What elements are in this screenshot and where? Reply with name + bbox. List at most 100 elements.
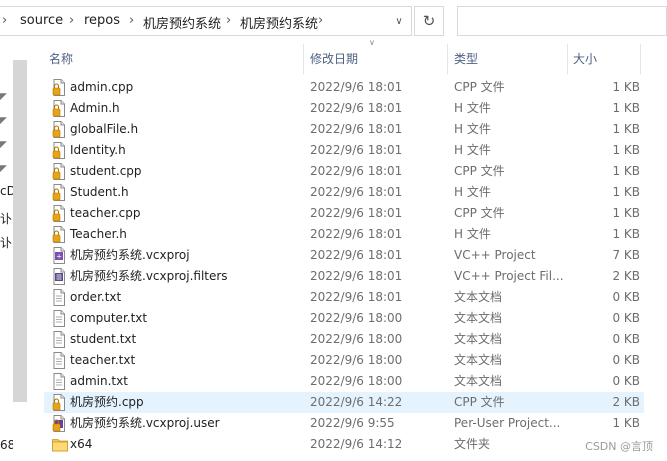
file-row[interactable]: teacher.txt 2022/9/6 18:00 文本文档 0 KB	[44, 350, 644, 371]
column-divider[interactable]	[640, 44, 641, 74]
h-file-icon	[52, 184, 65, 201]
file-row[interactable]: 机房预约系统.vcxproj.user 2022/9/6 9:55 Per-User…	[44, 413, 644, 434]
file-date: 2022/9/6 18:01	[310, 185, 403, 199]
file-row[interactable]: teacher.cpp 2022/9/6 18:01 CPP 文件 1 KB	[44, 203, 644, 224]
file-row[interactable]: admin.cpp 2022/9/6 18:01 CPP 文件 1 KB	[44, 77, 644, 98]
file-type: 文本文档	[454, 374, 503, 388]
file-row[interactable]: Student.h 2022/9/6 18:01 H 文件 1 KB	[44, 182, 644, 203]
chevron-right-icon[interactable]: ›	[69, 13, 74, 28]
file-name: globalFile.h	[70, 122, 139, 136]
refresh-icon: ↻	[422, 12, 436, 30]
file-date: 2022/9/6 18:00	[310, 311, 403, 325]
breadcrumb-item[interactable]: repos	[84, 13, 120, 28]
pin-icon: ◤	[0, 164, 7, 174]
nav-item-fragment[interactable]: cD	[0, 184, 13, 198]
file-row[interactable]: student.txt 2022/9/6 18:00 文本文档 0 KB	[44, 329, 644, 350]
file-size: 0 KB	[612, 374, 640, 388]
column-header-name[interactable]: 名称	[49, 44, 73, 74]
h-file-icon	[52, 121, 65, 138]
file-list: admin.cpp 2022/9/6 18:01 CPP 文件 1 KB Admin.h…	[44, 77, 644, 455]
navigation-pane: ◤ ◤ ◤ ◤ cD 讣 讣 68	[0, 44, 13, 461]
pin-icon: ◤	[0, 140, 7, 150]
h-file-icon	[52, 226, 65, 243]
nav-item-fragment[interactable]: 讣	[0, 210, 12, 227]
file-row[interactable]: 机房预约.cpp 2022/9/6 14:22 CPP 文件 2 KB	[44, 392, 644, 413]
search-input[interactable]	[457, 6, 667, 36]
breadcrumb-item[interactable]: 机房预约系统	[143, 13, 221, 32]
svg-text:+: +	[56, 253, 62, 261]
nav-item-fragment[interactable]: 讣	[0, 234, 12, 251]
file-row[interactable]: Teacher.h 2022/9/6 18:01 H 文件 1 KB	[44, 224, 644, 245]
txt-file-icon	[52, 352, 65, 369]
pin-icon: ◤	[0, 92, 7, 102]
file-name: admin.txt	[70, 374, 128, 388]
file-type: CPP 文件	[454, 395, 505, 409]
file-size: 1 KB	[612, 101, 640, 115]
file-date: 2022/9/6 18:01	[310, 101, 403, 115]
file-date: 2022/9/6 18:01	[310, 248, 403, 262]
file-name: Teacher.h	[70, 227, 127, 241]
chevron-right-icon[interactable]: ›	[129, 13, 134, 28]
txt-file-icon	[52, 310, 65, 327]
file-name: student.txt	[70, 332, 137, 346]
file-row[interactable]: Admin.h 2022/9/6 18:01 H 文件 1 KB	[44, 98, 644, 119]
file-row[interactable]: admin.txt 2022/9/6 18:00 文本文档 0 KB	[44, 371, 644, 392]
file-name: computer.txt	[70, 311, 148, 325]
file-size: 1 KB	[612, 206, 640, 220]
txt-file-icon	[52, 289, 65, 306]
chevron-right-icon[interactable]: ›	[318, 13, 323, 28]
column-header-date[interactable]: 修改日期	[310, 44, 358, 74]
file-size: 7 KB	[612, 248, 640, 262]
file-type: CPP 文件	[454, 164, 505, 178]
h-file-icon	[52, 142, 65, 159]
refresh-button[interactable]: ↻	[414, 6, 444, 36]
file-size: 2 KB	[612, 395, 640, 409]
breadcrumb-item[interactable]: 机房预约系统	[240, 13, 318, 32]
file-row[interactable]: Identity.h 2022/9/6 18:01 H 文件 1 KB	[44, 140, 644, 161]
pin-icon: ◤	[0, 116, 7, 126]
column-divider[interactable]	[303, 44, 304, 74]
address-bar[interactable]: › source › repos › 机房预约系统 › 机房预约系统 › ∨	[0, 6, 412, 36]
column-header-type[interactable]: 类型	[454, 44, 478, 74]
chevron-down-icon[interactable]: ∨	[388, 13, 410, 31]
file-date: 2022/9/6 18:00	[310, 353, 403, 367]
user-file-icon	[52, 415, 65, 432]
cpp-file-icon	[52, 205, 65, 222]
file-type: 文本文档	[454, 353, 503, 367]
file-date: 2022/9/6 14:22	[310, 395, 403, 409]
file-size: 1 KB	[612, 143, 640, 157]
nav-item-fragment[interactable]: 68	[0, 438, 13, 452]
file-date: 2022/9/6 18:00	[310, 332, 403, 346]
file-row[interactable]: 机房预约系统.vcxproj.filters 2022/9/6 18:01 VC++…	[44, 266, 644, 287]
file-row[interactable]: + 机房预约系统.vcxproj 2022/9/6 18:01 VC++ Projec…	[44, 245, 644, 266]
file-type: H 文件	[454, 185, 491, 199]
file-size: 0 KB	[612, 311, 640, 325]
filters-file-icon	[52, 268, 65, 285]
file-type: CPP 文件	[454, 80, 505, 94]
file-date: 2022/9/6 18:01	[310, 80, 403, 94]
navigation-scrollbar[interactable]	[13, 60, 27, 402]
file-name: 机房预约.cpp	[70, 395, 144, 409]
chevron-right-icon[interactable]: ›	[226, 13, 231, 28]
file-name: admin.cpp	[70, 80, 134, 94]
cpp-file-icon	[52, 79, 65, 96]
file-size: 1 KB	[612, 227, 640, 241]
file-row[interactable]: order.txt 2022/9/6 18:01 文本文档 0 KB	[44, 287, 644, 308]
column-divider[interactable]	[567, 44, 568, 74]
file-size: 1 KB	[612, 164, 640, 178]
file-date: 2022/9/6 18:01	[310, 290, 403, 304]
file-row[interactable]: globalFile.h 2022/9/6 18:01 H 文件 1 KB	[44, 119, 644, 140]
file-name: 机房预约系统.vcxproj.filters	[70, 269, 228, 283]
file-row[interactable]: student.cpp 2022/9/6 18:01 CPP 文件 1 KB	[44, 161, 644, 182]
breadcrumb-item[interactable]: source	[20, 13, 63, 28]
column-divider[interactable]	[447, 44, 448, 74]
file-row[interactable]: computer.txt 2022/9/6 18:00 文本文档 0 KB	[44, 308, 644, 329]
file-type: CPP 文件	[454, 206, 505, 220]
file-size: 2 KB	[612, 269, 640, 283]
watermark: CSDN @言顶	[585, 440, 653, 453]
file-row[interactable]: x64 2022/9/6 14:12 文件夹	[44, 434, 644, 455]
column-header-size[interactable]: 大小	[573, 44, 597, 74]
file-size: 0 KB	[612, 353, 640, 367]
chevron-right-icon[interactable]: ›	[2, 13, 7, 28]
txt-file-icon	[52, 331, 65, 348]
